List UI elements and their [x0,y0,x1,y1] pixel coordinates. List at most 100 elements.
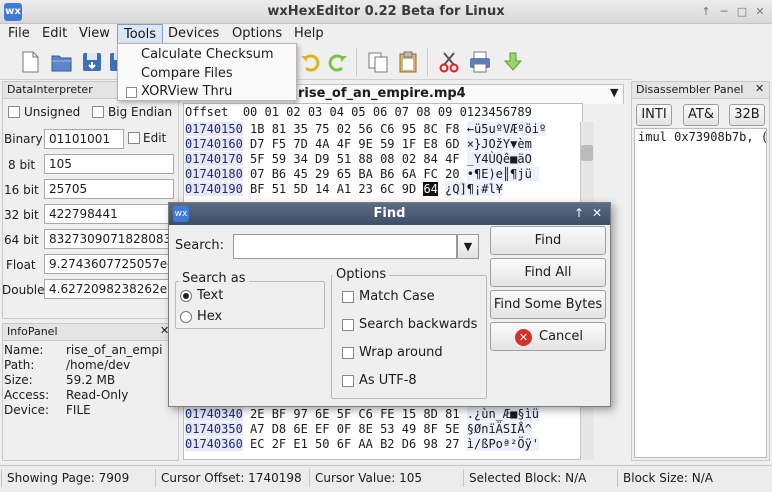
disasm-att-button[interactable]: AT& [683,104,719,126]
cut-icon[interactable] [437,50,461,74]
float-label: Float [6,258,36,272]
disassembler-close-icon[interactable]: ✕ [755,82,764,95]
16bit-field[interactable]: 25705 [44,179,174,199]
redo-icon[interactable] [326,50,350,74]
hex-row-ascii[interactable]: _Y4ÙQê■äO [466,152,532,166]
find-dialog-title: Find [169,203,610,225]
menu-devices[interactable]: Devices [162,24,225,44]
dialog-close-icon[interactable]: ✕ [592,206,602,220]
info-name-value: rise_of_an_empi [66,343,163,357]
print-icon[interactable] [468,50,492,74]
info-device-label: Device: [4,403,50,417]
edit-label: Edit [143,131,167,145]
search-as-text-radio[interactable] [180,290,192,302]
unsigned-checkbox[interactable] [8,106,20,118]
paste-icon[interactable] [396,50,420,74]
tab-dropdown-icon[interactable]: ▼ [610,86,618,99]
open-file-icon[interactable] [50,50,74,74]
hex-row-ascii[interactable]: ¿Q]¶¡#l¥ [445,182,503,196]
disassembler-output[interactable] [634,128,767,458]
keep-above-icon[interactable]: ↑ [698,4,714,20]
8bit-field[interactable]: 105 [44,154,174,174]
hex-row-bytes[interactable]: A7 D8 6E EF 0F 8E 53 49 8F 5E [250,422,460,436]
selected-byte[interactable]: 64 [423,182,438,196]
hex-row: 01740360 EC 2F E1 50 6F AA B2 D6 98 27 ì… [185,437,540,452]
hex-row-bytes[interactable]: 1B 81 35 75 02 56 C6 95 8C F8 [250,122,460,136]
menu-item-calculate-checksum[interactable]: Calculate Checksum [141,45,274,64]
menu-view[interactable]: View [73,24,116,44]
big-endian-checkbox[interactable] [92,106,104,118]
menu-tools[interactable]: Tools [117,24,164,44]
float-field[interactable]: 9.2743607725057e-2 [44,254,174,274]
cancel-button[interactable]: ✕ Cancel [490,322,606,351]
hex-header-ascii: 0123456789 [459,105,532,119]
64bit-label: 64 bit [4,233,39,247]
hex-row-ascii[interactable]: ←ü5uºVÆºöiº [466,122,547,136]
info-size-value: 59.2 MB [66,373,116,387]
double-field[interactable]: 4.6272098238262e+1 [44,279,174,299]
hex-row: 01740340 2E BF 97 6E 5F C6 FE 15 8D 81 .… [185,407,540,422]
minimize-icon[interactable]: ─ [716,4,732,20]
find-dialog-app-icon: wx [173,206,189,222]
disasm-intel-button[interactable]: INTI [636,104,672,126]
wrap-around-checkbox[interactable] [342,347,354,359]
hex-row-bytes[interactable]: BF 51 5D 14 A1 23 6C 9D [250,182,416,196]
double-label: Double [2,283,45,297]
hex-row-bytes[interactable]: 07 B6 45 29 65 BA B6 6A FC 20 [250,167,460,181]
xorview-checkbox[interactable] [126,87,137,98]
hex-row-ascii[interactable]: .¿ùn_Æ■§ìü [466,407,540,421]
new-file-icon[interactable] [18,50,42,74]
32bit-field[interactable]: 422798441 [44,204,174,224]
search-as-text-label: Text [197,288,224,303]
find-all-button[interactable]: Find All [490,258,606,287]
menu-item-compare-files[interactable]: Compare Files [141,64,233,83]
big-endian-label: Big Endian [108,105,173,119]
hex-row-offset: 01740360 [185,437,243,451]
search-input[interactable] [233,234,457,259]
find-button[interactable]: Find [490,226,606,255]
hex-row-offset: 01740340 [185,407,243,421]
as-utf8-checkbox[interactable] [342,375,354,387]
find-dialog: Find wx ↑ ✕ Search: ▼ Search as Text Hex… [168,202,611,407]
menu-options[interactable]: Options [226,24,288,44]
hex-scrollbar-thumb[interactable] [581,145,593,161]
hex-row-bytes[interactable]: D7 F5 7D 4A 4F 9E 59 1F E8 6D [250,137,460,151]
menu-file[interactable]: File [2,24,36,44]
hex-row-ascii[interactable]: §ØnïÄSIÅ^ [466,422,532,436]
dialog-keep-above-icon[interactable]: ↑ [574,206,584,220]
tools-dropdown-menu: Calculate Checksum Compare Files XORView… [117,43,297,101]
hex-header: Offset 00 01 02 03 04 05 06 07 08 09 012… [185,105,532,120]
close-icon[interactable]: ✕ [752,4,768,20]
maximize-icon[interactable]: □ [734,4,750,20]
match-case-checkbox[interactable] [342,291,354,303]
copy-icon[interactable] [366,50,390,74]
find-some-bytes-button[interactable]: Find Some Bytes [490,290,606,319]
hex-row-ascii[interactable]: ì/ßPoª²Öÿ' [466,437,540,451]
hex-row-bytes[interactable]: 5F 59 34 D9 51 88 08 02 84 4F [250,152,460,166]
match-case-label: Match Case [359,289,435,304]
file-tab-title: rise_of_an_empire.mp4 [298,86,466,101]
menu-item-xorview-thru[interactable]: XORView Thru [141,82,232,101]
hex-row-bytes[interactable]: 2E BF 97 6E 5F C6 FE 15 8D 81 [250,407,460,421]
hex-row-ascii[interactable]: •¶E)e║¶jü [466,167,540,181]
save-icon[interactable] [80,50,104,74]
info-panel-title: InfoPanel [3,324,178,341]
search-backwards-checkbox[interactable] [342,319,354,331]
download-icon[interactable] [501,50,525,74]
hex-row-offset: 01740150 [185,122,243,136]
hex-row-offset: 01740160 [185,137,243,151]
hex-row-bytes[interactable]: EC 2F E1 50 6F AA B2 D6 98 27 [250,437,460,451]
hex-row-ascii[interactable]: ×}JOžY▼èm [466,137,532,151]
search-as-hex-radio[interactable] [180,311,192,323]
search-history-chevron-down-icon[interactable]: ▼ [457,234,479,259]
info-name-label: Name: [4,343,44,357]
window-title: wxHexEditor 0.22 Beta for Linux [267,4,505,19]
binary-field[interactable]: 01101001 [44,129,124,149]
undo-icon[interactable] [298,50,322,74]
disasm-32bit-button[interactable]: 32B [729,104,765,126]
edit-checkbox[interactable] [128,132,140,144]
info-access-value: Read-Only [66,388,129,402]
menu-edit[interactable]: Edit [36,24,73,44]
menu-help[interactable]: Help [288,24,330,44]
64bit-field[interactable]: 8327309071828083 [44,229,174,249]
